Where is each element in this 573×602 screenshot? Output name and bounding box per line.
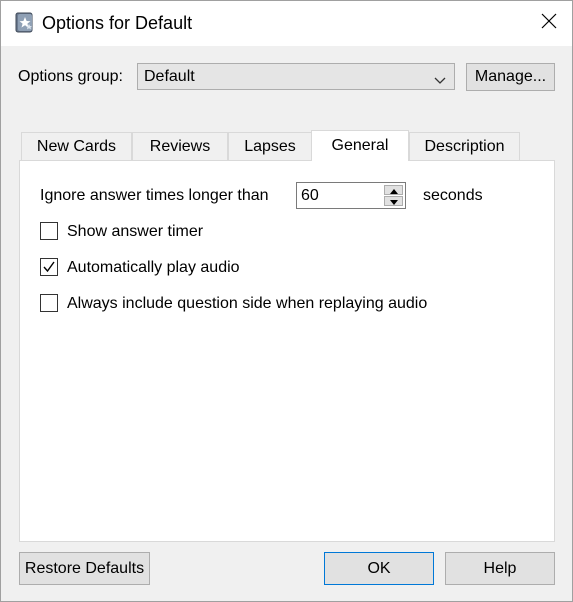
tab-new-cards[interactable]: New Cards xyxy=(21,132,132,160)
tab-label: Reviews xyxy=(149,137,211,155)
spin-down-button[interactable] xyxy=(384,196,403,206)
ignore-answer-times-label: Ignore answer times longer than xyxy=(40,187,269,204)
tab-reviews[interactable]: Reviews xyxy=(132,132,228,160)
ignore-seconds-value: 60 xyxy=(301,187,319,204)
show-answer-timer-label[interactable]: Show answer timer xyxy=(67,223,203,241)
close-icon xyxy=(541,13,557,34)
spin-buttons xyxy=(384,185,403,206)
options-group-label: Options group: xyxy=(18,68,123,85)
tab-lapses[interactable]: Lapses xyxy=(228,132,312,160)
chevron-down-icon xyxy=(434,72,446,90)
tab-label: Description xyxy=(424,137,505,155)
show-answer-timer-checkbox[interactable] xyxy=(40,222,58,240)
autoplay-audio-checkbox[interactable] xyxy=(40,258,58,276)
tab-label: Lapses xyxy=(244,137,296,155)
restore-defaults-label: Restore Defaults xyxy=(24,559,145,577)
seconds-unit-label: seconds xyxy=(423,187,483,204)
tab-description[interactable]: Description xyxy=(409,132,520,160)
help-label: Help xyxy=(483,559,517,577)
window-title: Options for Default xyxy=(42,13,193,33)
ok-label: OK xyxy=(367,559,391,577)
anki-star-icon xyxy=(15,12,35,34)
include-question-side-label[interactable]: Always include question side when replay… xyxy=(67,295,427,313)
help-button[interactable]: Help xyxy=(445,552,555,585)
tab-label: New Cards xyxy=(36,137,117,155)
tab-label: General xyxy=(331,137,389,154)
triangle-down-icon xyxy=(389,192,398,210)
ignore-seconds-spinbox[interactable]: 60 xyxy=(296,182,406,209)
options-group-value: Default xyxy=(144,68,195,85)
general-tab-panel: Ignore answer times longer than 60 secon… xyxy=(19,160,555,542)
autoplay-audio-label[interactable]: Automatically play audio xyxy=(67,259,240,277)
manage-button-label: Manage... xyxy=(474,68,547,85)
manage-button[interactable]: Manage... xyxy=(466,63,555,91)
checkmark-icon xyxy=(42,260,56,279)
options-group-dropdown[interactable]: Default xyxy=(137,63,455,90)
close-button[interactable] xyxy=(526,1,572,46)
tab-general[interactable]: General xyxy=(311,130,409,161)
title-bar: Options for Default xyxy=(1,1,572,46)
restore-defaults-button[interactable]: Restore Defaults xyxy=(19,552,150,585)
ok-button[interactable]: OK xyxy=(324,552,434,585)
options-dialog: Options for Default Options group: Defau… xyxy=(0,0,573,602)
include-question-side-checkbox[interactable] xyxy=(40,294,58,312)
